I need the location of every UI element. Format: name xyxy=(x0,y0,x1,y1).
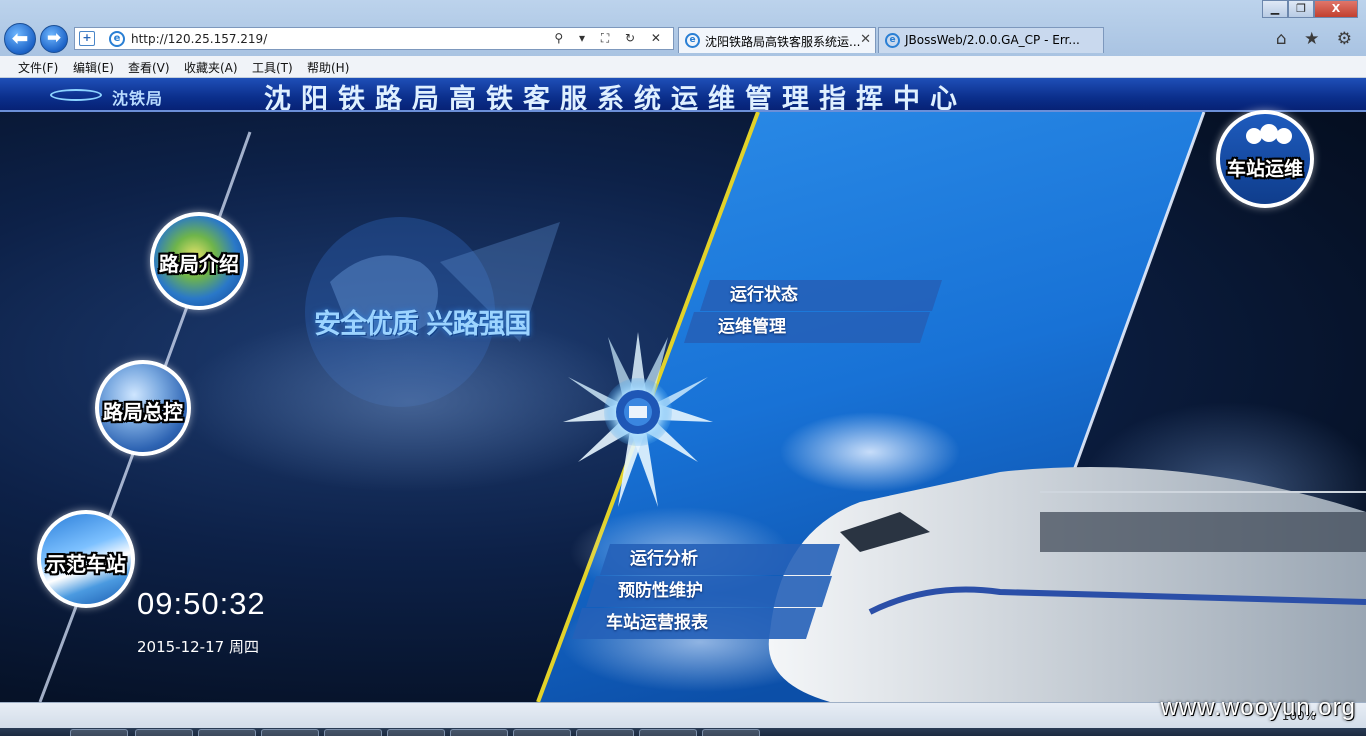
ie-favicon-icon: e xyxy=(109,31,125,47)
nav-circle-shifanchezhan[interactable]: 示范车站 xyxy=(37,510,135,608)
nav-circle-lujuzongkong[interactable]: 路局总控 xyxy=(95,360,191,456)
back-button[interactable]: ⬅ xyxy=(4,23,36,55)
tab-label: JBossWeb/2.0.0.GA_CP - Err... xyxy=(905,33,1080,47)
menu-file[interactable]: 文件(F) xyxy=(18,59,58,76)
ie-tab-icon: e xyxy=(685,33,700,48)
menu-chezhanyunyingbaobiao[interactable]: 车站运营报表 xyxy=(572,608,816,639)
menu-edit[interactable]: 编辑(E) xyxy=(73,59,114,76)
logo-icon xyxy=(50,89,102,101)
taskbar xyxy=(0,728,1366,736)
menu-label: 运行状态 xyxy=(730,285,798,305)
taskbar-item[interactable] xyxy=(261,729,319,736)
minimize-button[interactable]: ▁ xyxy=(1262,0,1288,18)
date: 2015-12-17 周四 xyxy=(137,638,259,656)
taskbar-item[interactable] xyxy=(324,729,382,736)
taskbar-item[interactable] xyxy=(513,729,571,736)
nav-circle-lujujieshao[interactable]: 路局介绍 xyxy=(150,212,248,310)
close-button[interactable]: X xyxy=(1314,0,1358,18)
compatibility-view-icon[interactable]: + xyxy=(79,31,95,46)
menu-help[interactable]: 帮助(H) xyxy=(307,59,349,76)
taskbar-item[interactable] xyxy=(576,729,634,736)
tab-label: 沈阳铁路局高铁客服系统运... xyxy=(705,35,861,49)
nav-circle-chezhanyunwei[interactable]: 车站运维 xyxy=(1216,110,1314,208)
taskbar-item[interactable] xyxy=(135,729,193,736)
menu-yufangxingweihu[interactable]: 预防性维护 xyxy=(586,576,832,607)
forward-button[interactable]: ➡ xyxy=(40,25,68,53)
close-tab-icon[interactable]: ✕ xyxy=(860,32,871,47)
nav-circle-label: 路局总控 xyxy=(103,400,183,424)
taskbar-item[interactable] xyxy=(450,729,508,736)
menu-label: 运行分析 xyxy=(630,549,698,569)
home-favorites-tools-icons[interactable]: ⌂ ★ ⚙ xyxy=(1276,29,1358,49)
ie-tab-icon: e xyxy=(885,33,900,48)
taskbar-item[interactable] xyxy=(387,729,445,736)
window-controls: ▁ ❐ X xyxy=(1262,0,1358,18)
menu-yunxingfenxi[interactable]: 运行分析 xyxy=(600,544,840,575)
taskbar-item[interactable] xyxy=(639,729,697,736)
browser-titlebar: ⬅ ➡ + e http://120.25.157.219/ ⚲ ▾ ⛶ ↻ ✕… xyxy=(0,0,1366,56)
url-text[interactable]: http://120.25.157.219/ xyxy=(131,32,267,46)
maximize-button[interactable]: ❐ xyxy=(1288,0,1314,18)
page-banner: 沈铁局 沈阳铁路局高铁客服系统运维管理指挥中心 xyxy=(0,78,1366,112)
menu-yunxingzhuangtai[interactable]: 运行状态 xyxy=(700,280,942,311)
menu-label: 运维管理 xyxy=(718,317,786,337)
menu-tools[interactable]: 工具(T) xyxy=(252,59,293,76)
menu-label: 车站运营报表 xyxy=(606,613,708,633)
slogan: 安全优质 兴路强国 xyxy=(314,309,531,340)
taskbar-item[interactable] xyxy=(198,729,256,736)
menu-label: 预防性维护 xyxy=(618,581,703,601)
menu-yunweiguanli[interactable]: 运维管理 xyxy=(684,312,930,343)
nav-circle-label: 车站运维 xyxy=(1226,158,1303,180)
address-tools[interactable]: ⚲ ▾ ⛶ ↻ ✕ xyxy=(554,31,667,46)
taskbar-item[interactable] xyxy=(70,729,128,736)
address-bar[interactable]: + e http://120.25.157.219/ ⚲ ▾ ⛶ ↻ ✕ xyxy=(74,27,674,50)
tab-jbossweb[interactable]: e JBossWeb/2.0.0.GA_CP - Err... xyxy=(878,27,1104,53)
people-icon xyxy=(1276,128,1292,144)
taskbar-item[interactable] xyxy=(702,729,760,736)
main-panel: 路局介绍 路局总控 示范车站 车站运维 运行状态 运维管理 运行分析 预防性维护… xyxy=(0,110,1366,702)
nav-circle-label: 路局介绍 xyxy=(159,252,239,276)
nav-circle-label: 示范车站 xyxy=(46,552,126,576)
watermark: www.wooyun.org xyxy=(1160,694,1356,721)
menu-view[interactable]: 查看(V) xyxy=(128,59,170,76)
web-page: 沈铁局 沈阳铁路局高铁客服系统运维管理指挥中心 路局介绍 路局总控 示范车站 车… xyxy=(0,78,1366,702)
clock: 09:50:32 xyxy=(137,586,266,621)
menu-bar: 文件(F) 编辑(E) 查看(V) 收藏夹(A) 工具(T) 帮助(H) xyxy=(0,56,1366,78)
menu-favorites[interactable]: 收藏夹(A) xyxy=(184,59,238,76)
banner-logo-text: 沈铁局 xyxy=(112,89,164,108)
banner-title: 沈阳铁路局高铁客服系统运维管理指挥中心 xyxy=(264,84,967,112)
tab-shenyang[interactable]: e 沈阳铁路局高铁客服系统运... ✕ xyxy=(678,27,876,53)
